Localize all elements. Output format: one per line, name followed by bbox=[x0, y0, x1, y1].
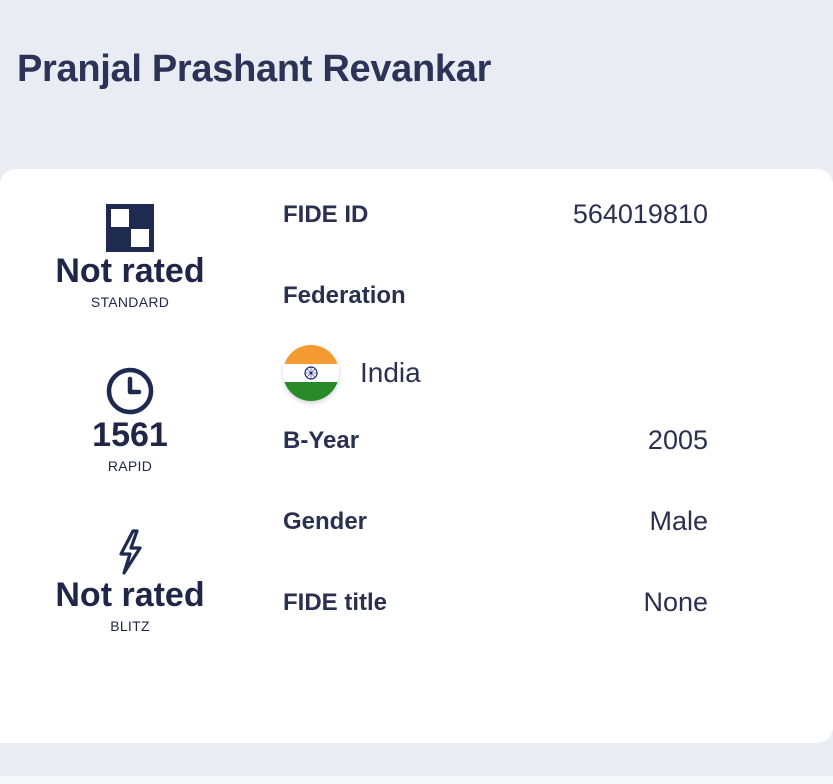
lightning-icon bbox=[119, 529, 142, 575]
rating-standard-value: Not rated bbox=[55, 252, 205, 290]
rating-blitz-label: BLITZ bbox=[110, 618, 150, 634]
player-card: Not rated STANDARD 1561 RAPID Not rated … bbox=[0, 169, 833, 743]
gender-value: Male bbox=[649, 506, 708, 536]
rating-standard: Not rated STANDARD bbox=[30, 204, 230, 310]
rating-rapid-value: 1561 bbox=[92, 416, 168, 454]
rating-rapid: 1561 RAPID bbox=[30, 366, 230, 474]
byear-label: B-Year bbox=[283, 427, 360, 454]
byear-value: 2005 bbox=[647, 425, 708, 455]
rating-blitz: Not rated BLITZ bbox=[30, 528, 230, 634]
rating-blitz-value: Not rated bbox=[55, 576, 205, 614]
fide-title-label: FIDE title bbox=[283, 589, 388, 616]
page-title: Pranjal Prashant Revankar bbox=[17, 48, 492, 90]
fide-id-value: 564019810 bbox=[572, 199, 708, 229]
clock-icon bbox=[106, 367, 154, 415]
federation-label: Federation bbox=[283, 282, 406, 309]
fide-title-value: None bbox=[643, 587, 708, 617]
india-flag-icon bbox=[283, 345, 339, 401]
fide-id-label: FIDE ID bbox=[283, 201, 369, 228]
rating-rapid-label: RAPID bbox=[107, 458, 153, 474]
next-card-edge bbox=[0, 776, 833, 784]
chessboard-icon bbox=[106, 204, 154, 252]
rating-standard-label: STANDARD bbox=[90, 294, 170, 310]
federation-country: India bbox=[360, 357, 421, 388]
gender-label: Gender bbox=[283, 508, 368, 535]
